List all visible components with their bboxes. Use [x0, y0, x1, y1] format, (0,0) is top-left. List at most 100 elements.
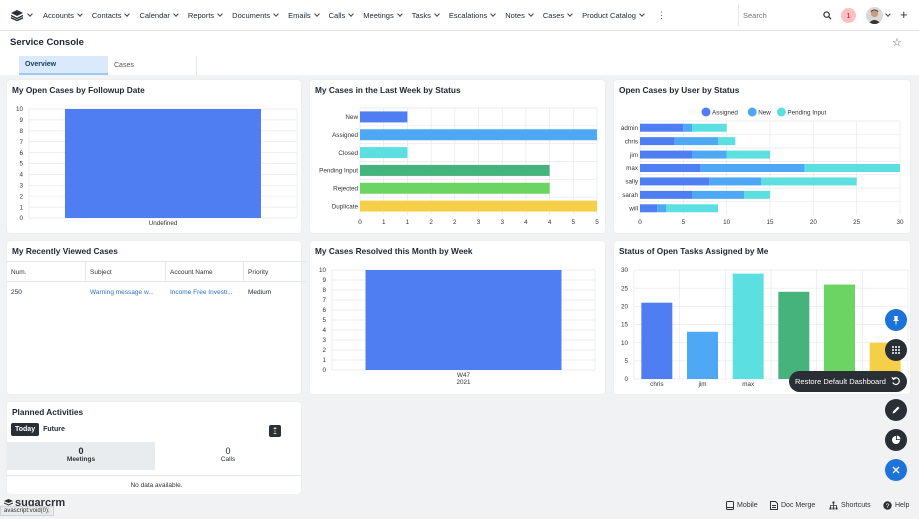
- chevron-down-icon[interactable]: [348, 11, 355, 17]
- y-tick-label: 5: [19, 161, 23, 168]
- dashlet-grid-button[interactable]: [885, 339, 907, 361]
- column-header-priority[interactable]: Priority: [244, 262, 301, 281]
- nav-item-contacts[interactable]: Contacts: [87, 0, 135, 31]
- chevron-down-icon[interactable]: [124, 11, 131, 17]
- nav-item-notes[interactable]: Notes: [500, 0, 538, 31]
- y-tick-label: 5: [624, 358, 628, 365]
- bar: [360, 164, 550, 176]
- today-button[interactable]: Today: [11, 423, 40, 436]
- x-tick-label: 3: [500, 219, 504, 226]
- meetings-count: 0: [78, 446, 84, 456]
- global-search[interactable]: [738, 5, 838, 26]
- bar: [360, 147, 408, 159]
- quick-create-button[interactable]: +: [900, 7, 908, 22]
- y-tick-label: 6: [322, 307, 326, 314]
- app-menu-button[interactable]: [0, 0, 38, 31]
- notification-badge[interactable]: 1: [841, 8, 856, 23]
- chevron-down-icon[interactable]: [490, 11, 497, 17]
- meetings-tab[interactable]: 0 Meetings: [7, 442, 155, 470]
- status-bar-url: avascript:void(0);: [0, 506, 54, 516]
- dashlet-cases-by-user: Open Cases by User by Status Assigned New…: [614, 80, 910, 233]
- nav-item-accounts[interactable]: Accounts: [38, 0, 87, 31]
- mobile-link[interactable]: Mobile: [726, 501, 758, 510]
- column-header-num[interactable]: Num.: [7, 262, 86, 281]
- search-input[interactable]: [743, 11, 813, 20]
- case-subject-link[interactable]: Warning message w...: [86, 282, 166, 302]
- bar: [778, 291, 810, 379]
- chevron-down-icon[interactable]: [567, 11, 573, 17]
- x-tick-label: W47: [457, 372, 470, 379]
- group-users-icon[interactable]: [270, 425, 297, 437]
- chevron-down-icon[interactable]: [217, 11, 224, 17]
- nav-item-label: Accounts: [43, 10, 74, 20]
- bar: [732, 273, 764, 379]
- x-tick-label: 20: [810, 219, 818, 226]
- nav-item-label: Reports: [187, 10, 215, 20]
- case-account-link[interactable]: Income Free Investi...: [166, 282, 244, 302]
- nav-item-label: Calls: [328, 10, 346, 20]
- nav-item-product-catalog[interactable]: Product Catalog: [577, 0, 649, 31]
- y-tick-label: 3: [19, 183, 23, 190]
- x-tick-label: jim: [697, 381, 706, 388]
- nav-item-escalations[interactable]: Escalations: [444, 0, 500, 31]
- legend-swatch: [776, 107, 786, 117]
- bar-segment: [692, 123, 727, 132]
- mobile-icon: [726, 501, 734, 510]
- tab-cases[interactable]: Cases: [108, 56, 197, 75]
- nav-item-calls[interactable]: Calls: [324, 0, 359, 31]
- bar: [360, 111, 408, 123]
- nav-item-meetings[interactable]: Meetings: [358, 0, 406, 31]
- search-icon[interactable]: [823, 11, 832, 20]
- nav-item-emails[interactable]: Emails: [283, 0, 324, 31]
- chevron-down-icon[interactable]: [639, 11, 645, 17]
- nav-item-label: Documents: [232, 10, 271, 20]
- pin-action-button[interactable]: [885, 309, 907, 331]
- restore-default-dashboard-button[interactable]: Restore Default Dashboard: [789, 371, 907, 392]
- more-menu-button[interactable]: ⋮: [649, 10, 674, 21]
- nav-item-tasks[interactable]: Tasks: [407, 0, 444, 31]
- reports-action-button[interactable]: [885, 429, 907, 451]
- bar-segment: [640, 204, 658, 213]
- bar-segment: [640, 164, 701, 172]
- table-row[interactable]: 250 Warning message w... Income Free Inv…: [7, 282, 306, 302]
- bar-segment: [640, 123, 684, 132]
- last-week-chart: 0 1 1 2 2 3 3 4 4 5 5 New Assigned Closed Pending Inpu…: [319, 107, 599, 226]
- doc-merge-link[interactable]: Doc Merge: [770, 501, 815, 510]
- chevron-down-icon[interactable]: [173, 11, 179, 17]
- user-avatar[interactable]: [866, 7, 883, 24]
- column-header-account[interactable]: Account Name: [166, 262, 244, 281]
- nav-item-reports[interactable]: Reports: [183, 0, 227, 31]
- x-tick-sublabel: 2021: [456, 379, 471, 386]
- nav-item-documents[interactable]: Documents: [227, 0, 283, 31]
- chevron-down-icon[interactable]: [396, 11, 403, 17]
- dashlet-open-cases-followup: My Open Cases by Followup Date 012345678…: [7, 80, 301, 233]
- help-link[interactable]: ? Help: [883, 501, 909, 510]
- column-header-subject[interactable]: Subject: [86, 262, 166, 281]
- calls-tab[interactable]: 0 Calls: [155, 442, 301, 470]
- y-tick-label: 9: [19, 117, 23, 124]
- favorite-star-icon[interactable]: ☆: [892, 36, 902, 49]
- chevron-down-icon[interactable]: [528, 11, 534, 17]
- chevron-down-icon[interactable]: [273, 11, 279, 17]
- y-tick-label: New: [345, 114, 358, 121]
- shortcuts-link[interactable]: Shortcuts: [829, 501, 871, 510]
- chevron-down-icon[interactable]: [434, 11, 440, 17]
- dashboard-header: Service Console ☆ Overview Cases: [0, 31, 919, 75]
- close-actions-button[interactable]: [885, 459, 907, 481]
- y-tick-label: 20: [621, 304, 629, 311]
- x-tick-label: 0: [638, 219, 642, 226]
- future-button[interactable]: Future: [39, 423, 69, 436]
- bar-segment: [674, 137, 718, 146]
- nav-item-calendar[interactable]: Calendar: [134, 0, 182, 31]
- tab-overview[interactable]: Overview: [19, 56, 108, 75]
- chevron-down-icon[interactable]: [313, 11, 320, 17]
- edit-dashboard-button[interactable]: [885, 399, 907, 421]
- y-tick-label: Duplicate: [332, 203, 359, 210]
- nav-item-cases[interactable]: Cases: [538, 0, 577, 31]
- y-tick-label: 2: [19, 193, 23, 200]
- bar-segment: [692, 190, 744, 199]
- bar-segment: [700, 164, 805, 172]
- document-icon: [770, 501, 778, 510]
- chevron-down-icon[interactable]: [77, 11, 83, 17]
- case-num: 250: [11, 289, 22, 296]
